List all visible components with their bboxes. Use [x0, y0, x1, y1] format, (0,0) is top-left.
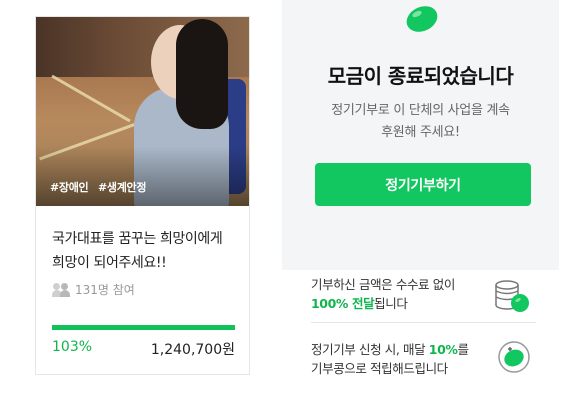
campaign-photo[interactable]: [36, 17, 249, 206]
coin-stack-icon: [495, 280, 529, 312]
benefit2-prefix: 정기기부 신청 시, 매달: [311, 342, 429, 357]
progress-fill: [52, 325, 235, 330]
participants-label: 131명 참여: [75, 283, 135, 297]
person-hair: [176, 19, 228, 129]
people-icon: [52, 282, 70, 297]
ended-desc-line1: 정기기부로 이 단체의 사업을 계속: [331, 103, 510, 118]
progress-percent: 103%: [52, 339, 93, 355]
regular-donation-button[interactable]: 정기기부하기: [315, 163, 531, 206]
progress-bar: [52, 325, 235, 330]
benefit1-suffix: 됩니다: [374, 296, 408, 311]
participants-count: 131명 참여: [52, 281, 135, 298]
benefit2-highlight: 10%: [428, 342, 458, 357]
bean-plus-icon: [498, 341, 530, 373]
campaign-title-line2: 희망이 되어주세요!!: [52, 255, 167, 271]
raised-amount: 1,240,700원: [150, 342, 235, 358]
green-bean-icon: [406, 6, 438, 32]
campaign-title-line1: 국가대표를 꿈꾸는 희망이에게: [52, 231, 223, 247]
tag-livelihood[interactable]: #생계안정: [98, 179, 147, 195]
tag-disabled[interactable]: #장애인: [50, 179, 89, 195]
photo-shadow: [36, 146, 249, 206]
campaign-card[interactable]: #장애인 #생계안정 국가대표를 꿈꾸는 희망이에게 희망이 되어주세요!! 1…: [35, 16, 250, 375]
ended-desc-line2: 후원해 주세요!: [381, 125, 460, 140]
campaign-title[interactable]: 국가대표를 꿈꾸는 희망이에게 희망이 되어주세요!!: [52, 227, 242, 275]
court-line: [51, 74, 131, 123]
divider: [311, 322, 536, 323]
benefit1-highlight: 100% 전달: [311, 296, 375, 311]
benefit2-suffix: 를: [457, 342, 470, 357]
ended-title: 모금이 종료되었습니다: [327, 64, 514, 88]
donation-ended-panel: 모금이 종료되었습니다 정기기부로 이 단체의 사업을 계속 후원해 주세요! …: [282, 0, 559, 270]
ended-description: 정기기부로 이 단체의 사업을 계속 후원해 주세요!: [302, 100, 539, 144]
